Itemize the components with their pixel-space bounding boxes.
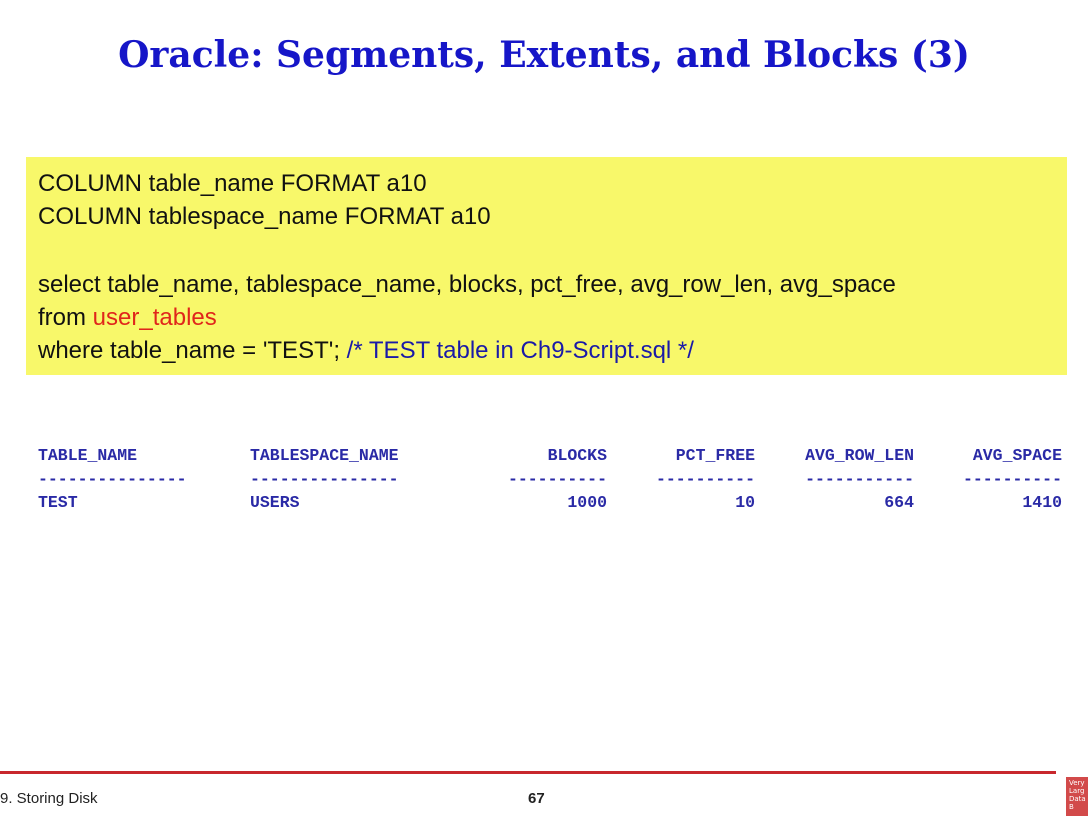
query-result: TABLE_NAME TABLESPACE_NAME BLOCKS PCT_FR… [38, 443, 1062, 515]
page-number: 67 [528, 790, 545, 807]
separator: ---------- [507, 469, 607, 489]
cell-avg-row-len: 664 [884, 493, 914, 512]
footer-chapter: 9. Storing Disk [0, 790, 98, 807]
code-comment: /* TEST table in Ch9-Script.sql */ [346, 337, 694, 364]
header-table-name: TABLE_NAME [38, 446, 138, 465]
header-tablespace-name: TABLESPACE_NAME [250, 446, 399, 465]
cell-pct-free: 10 [735, 493, 755, 512]
logo-icon: Very Larg Data B [1066, 777, 1088, 816]
footer-rule [0, 771, 1056, 774]
logo-text: Very Larg Data B [1069, 779, 1086, 811]
result-table: TABLE_NAME TABLESPACE_NAME BLOCKS PCT_FR… [38, 443, 1062, 515]
header-pct-free: PCT_FREE [675, 446, 755, 465]
cell-table-name: TEST [38, 493, 78, 512]
header-blocks: BLOCKS [547, 446, 607, 465]
code-line-4: from user_tables [38, 301, 1055, 334]
separator: ---------- [655, 469, 755, 489]
cell-avg-space: 1410 [1022, 493, 1062, 512]
code-line-1: COLUMN table_name FORMAT a10 [38, 170, 427, 197]
result-data-row: TEST USERS 1000 10 664 1410 [38, 490, 1062, 515]
header-avg-space: AVG_SPACE [972, 446, 1062, 465]
code-line-2: COLUMN tablespace_name FORMAT a10 [38, 203, 491, 230]
separator: ---------- [962, 469, 1062, 489]
code-from-keyword: from [38, 304, 93, 331]
code-where-clause: where table_name = 'TEST'; [38, 337, 347, 364]
separator: --------------- [38, 469, 187, 489]
cell-blocks: 1000 [567, 493, 607, 512]
slide-title: Oracle: Segments, Extents, and Blocks (3… [118, 34, 970, 76]
slide: Oracle: Segments, Extents, and Blocks (3… [0, 0, 1088, 816]
code-line-5: where table_name = 'TEST'; /* TEST table… [38, 334, 1055, 367]
sql-code-box: COLUMN table_name FORMAT a10 COLUMN tabl… [26, 157, 1067, 375]
result-separator-row: --------------- --------------- --------… [38, 468, 1062, 490]
separator: ----------- [805, 469, 914, 489]
cell-tablespace-name: USERS [250, 493, 300, 512]
code-table-name-highlight: user_tables [92, 304, 217, 331]
code-line-3: select table_name, tablespace_name, bloc… [38, 271, 896, 298]
separator: --------------- [250, 469, 399, 489]
result-header-row: TABLE_NAME TABLESPACE_NAME BLOCKS PCT_FR… [38, 443, 1062, 468]
header-avg-row-len: AVG_ROW_LEN [805, 446, 914, 465]
